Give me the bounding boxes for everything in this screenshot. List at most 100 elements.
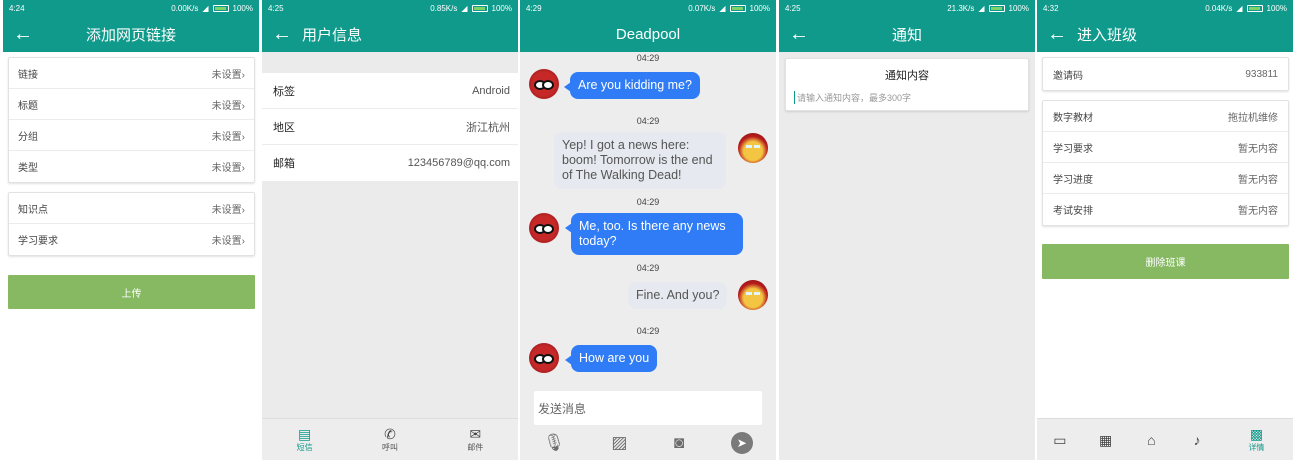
nav-notifications[interactable]: ♪ [1174, 432, 1220, 448]
status-bar: 4:25 21.3K/s ◢ 100% [779, 0, 1035, 17]
class-details-card: 数字教材 拖拉机维修 学习要求 暂无内容 学习进度 暂无内容 考试安排 暂无内容 [1042, 100, 1289, 226]
status-time: 4:32 [1043, 4, 1059, 13]
app-bar: ← 添加网页链接 [3, 17, 259, 52]
nav-folder[interactable]: ▭ [1037, 432, 1083, 448]
input-placeholder: 请输入通知内容，最多300字 [797, 93, 912, 103]
message-timestamp: 04:29 [636, 197, 660, 207]
row-value: 未设置 [211, 204, 242, 216]
screen-enter-class: 4:32 0.04K/s ◢ 100% ← 进入班级 邀请码 933811 数字… [1037, 0, 1293, 460]
deadpool-avatar[interactable] [529, 343, 559, 373]
status-bar: 4:29 0.07K/s ◢ 100% [520, 0, 776, 17]
settings-row-knowledge[interactable]: 知识点 未设置› [9, 193, 254, 224]
ironman-avatar[interactable] [738, 280, 768, 310]
row-label: 邀请码 [1053, 70, 1083, 82]
settings-row-requirement[interactable]: 学习要求 未设置› [9, 224, 254, 255]
message-bubble-received[interactable]: Are you kidding me? [564, 72, 700, 99]
screen-add-web-link: 4:24 0.00K/s ◢ 100% ← 添加网页链接 链接 未设置› 标题 … [3, 0, 259, 460]
row-value: 未设置 [211, 163, 242, 174]
back-arrow-icon[interactable]: ← [262, 17, 302, 52]
signal-icon: ◢ [461, 4, 468, 13]
network-speed: 21.3K/s [947, 4, 975, 13]
row-label: 数字教材 [1053, 112, 1093, 124]
info-row-region[interactable]: 地区 浙江杭州 [262, 109, 518, 145]
nav-home[interactable]: ⌂ [1128, 432, 1174, 448]
deadpool-avatar[interactable] [529, 213, 559, 243]
status-bar: 4:24 0.00K/s ◢ 100% [3, 0, 259, 17]
grid-icon: ▩ [1249, 426, 1264, 442]
signal-icon: ◢ [978, 4, 985, 13]
deadpool-avatar[interactable] [529, 69, 559, 99]
signal-icon: ◢ [719, 4, 726, 13]
row-label: 知识点 [18, 204, 48, 216]
status-time: 4:24 [9, 4, 25, 13]
row-value: 未设置 [211, 100, 242, 112]
nav-library[interactable]: ▦ [1083, 432, 1129, 448]
battery-percent: 100% [1008, 4, 1029, 13]
invite-code-row[interactable]: 邀请码 933811 [1043, 58, 1288, 90]
page-title: 进入班级 [1077, 27, 1138, 44]
battery-icon [471, 5, 488, 12]
chevron-right-icon: › [241, 204, 245, 216]
upload-button[interactable]: 上传 [8, 275, 255, 309]
folder-icon: ▭ [1053, 431, 1067, 448]
nav-label: 短信 [296, 443, 313, 452]
battery-icon [988, 5, 1005, 12]
network-speed: 0.04K/s [1205, 4, 1233, 13]
chevron-right-icon: › [241, 69, 245, 81]
message-timestamp: 04:29 [636, 326, 660, 336]
info-row-email[interactable]: 邮箱 123456789@qq.com [262, 145, 518, 181]
send-icon[interactable]: ➤ [730, 432, 753, 454]
settings-row-title[interactable]: 标题 未设置› [9, 89, 254, 120]
back-arrow-icon[interactable]: ← [3, 17, 43, 52]
detail-row-textbook[interactable]: 数字教材 拖拉机维修 [1043, 101, 1288, 132]
invite-code-value: 933811 [1245, 68, 1278, 80]
notification-content-input[interactable]: 请输入通知内容，最多300字 [794, 91, 1020, 104]
microphone-icon[interactable]: 🎙 [543, 433, 565, 453]
screen-chat: 4:29 0.07K/s ◢ 100% Deadpool 04:29 Are y… [520, 0, 776, 460]
detail-row-requirement[interactable]: 学习要求 暂无内容 [1043, 132, 1288, 163]
notification-card-title: 通知内容 [885, 70, 929, 82]
row-value: 浙江杭州 [466, 121, 510, 134]
nav-sms[interactable]: ▤ 短信 [262, 426, 347, 453]
status-bar: 4:32 0.04K/s ◢ 100% [1037, 0, 1293, 17]
row-label: 学习要求 [18, 236, 58, 247]
message-input[interactable]: 发送消息 [534, 391, 762, 425]
info-row-tag[interactable]: 标签 Android [262, 73, 518, 109]
nav-details[interactable]: ▩ 详情 [1220, 426, 1293, 453]
status-time: 4:25 [785, 4, 801, 13]
row-value: 123456789@qq.com [407, 157, 510, 169]
image-icon[interactable]: ▨ [611, 433, 627, 453]
back-arrow-icon[interactable]: ← [1037, 17, 1077, 52]
message-bubble-received[interactable]: How are you [564, 345, 658, 372]
detail-row-progress[interactable]: 学习进度 暂无内容 [1043, 163, 1288, 194]
nav-label: 呼叫 [381, 443, 398, 452]
network-speed: 0.07K/s [688, 4, 716, 13]
detail-row-exam[interactable]: 考试安排 暂无内容 [1043, 194, 1288, 225]
back-arrow-icon[interactable]: ← [779, 17, 819, 52]
row-value: 未设置 [211, 131, 242, 143]
message-bubble-sent[interactable]: Yep! I got a news here: boom! Tomorrow i… [554, 132, 726, 189]
delete-class-button[interactable]: 删除班课 [1042, 244, 1289, 279]
message-bubble-sent[interactable]: Fine. And you? [628, 282, 728, 309]
message-timestamp: 04:29 [636, 116, 660, 126]
screen-notification: 4:25 21.3K/s ◢ 100% ← 通知 通知内容 请输入通知内容，最多… [779, 0, 1035, 460]
network-speed: 0.00K/s [171, 4, 199, 13]
settings-row-group[interactable]: 分组 未设置› [9, 120, 254, 151]
nav-mail[interactable]: ✉ 邮件 [433, 426, 518, 453]
nav-call[interactable]: ✆ 呼叫 [347, 426, 432, 453]
chat-toolbar: 🎙 ▨ ◙ ➤ [520, 428, 776, 458]
settings-row-type[interactable]: 类型 未设置› [9, 151, 254, 182]
row-label: 标题 [18, 100, 38, 112]
app-bar: Deadpool [520, 17, 776, 52]
settings-row-link[interactable]: 链接 未设置› [9, 58, 254, 89]
camera-icon[interactable]: ◙ [674, 433, 684, 453]
app-bar: ← 用户信息 [262, 17, 518, 52]
screen-user-info: 4:25 0.85K/s ◢ 100% ← 用户信息 标签 Android 地区… [262, 0, 518, 460]
message-bubble-received[interactable]: Me, too. Is there any news today? [565, 213, 743, 255]
user-info-list: 标签 Android 地区 浙江杭州 邮箱 123456789@qq.com [262, 73, 518, 181]
link-settings-card: 链接 未设置› 标题 未设置› 分组 未设置› 类型 未设置› [8, 57, 255, 183]
signal-icon: ◢ [1236, 4, 1243, 13]
row-label: 类型 [18, 163, 38, 174]
ironman-avatar[interactable] [738, 133, 768, 163]
battery-percent: 100% [1266, 4, 1287, 13]
